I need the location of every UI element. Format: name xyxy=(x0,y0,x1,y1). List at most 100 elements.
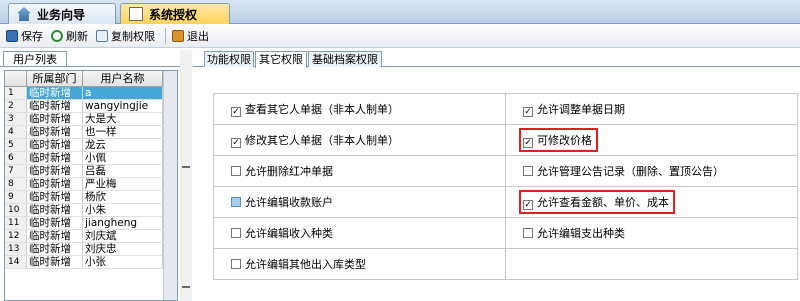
refresh-label: 刷新 xyxy=(66,29,88,43)
table-row[interactable]: 14 临时新增 小张 xyxy=(5,256,177,269)
permission-option[interactable]: 允许删除红冲单据 xyxy=(231,165,333,178)
checkbox-checked[interactable] xyxy=(523,200,533,210)
permission-option[interactable]: 允许编辑支出种类 xyxy=(523,227,625,240)
checkbox-unchecked[interactable] xyxy=(523,166,533,176)
checkbox-unchecked[interactable] xyxy=(231,228,241,238)
tab-label: 业务向导 xyxy=(37,7,86,22)
department-cell: 临时新增 xyxy=(27,256,83,268)
highlighted-permission-option[interactable]: 可修改价格 xyxy=(519,128,598,152)
column-header-username[interactable]: 用户名称 xyxy=(83,71,163,86)
table-row[interactable]: 12 临时新增 刘庆斌 xyxy=(5,230,177,243)
username-cell: 大是大 xyxy=(83,113,163,125)
exit-label: 退出 xyxy=(187,29,209,43)
column-header-department[interactable]: 所属部门 xyxy=(27,71,83,86)
checkbox-checked[interactable] xyxy=(231,107,241,117)
row-number: 10 xyxy=(5,204,27,216)
department-cell: 临时新增 xyxy=(27,165,83,177)
table-row[interactable]: 4 临时新增 也一样 xyxy=(5,126,177,139)
permission-option[interactable]: 查看其它人单据（非本人制单） xyxy=(231,103,399,117)
permission-option[interactable]: 允许编辑收款账户 xyxy=(231,196,333,209)
department-cell: 临时新增 xyxy=(27,126,83,138)
permission-option[interactable]: 修改其它人单据（非本人制单） xyxy=(231,134,399,148)
table-row[interactable]: 9 临时新增 杨欣 xyxy=(5,191,177,204)
row-number: 12 xyxy=(5,230,27,242)
top-tab-bar: 业务向导 系统授权 xyxy=(0,0,800,24)
splitter-grip xyxy=(182,286,190,288)
grid-scrollbar[interactable] xyxy=(163,71,177,300)
username-cell: 杨欣 xyxy=(83,191,163,203)
username-cell: wangyingjie xyxy=(83,100,163,112)
tab-system-authorization[interactable]: 系统授权 xyxy=(120,3,230,24)
department-cell: 临时新增 xyxy=(27,230,83,242)
table-row[interactable]: 6 临时新增 小佩 xyxy=(5,152,177,165)
username-cell: a xyxy=(83,87,163,99)
row-number: 3 xyxy=(5,113,27,125)
department-cell: 临时新增 xyxy=(27,113,83,125)
refresh-icon xyxy=(51,29,63,42)
row-number: 5 xyxy=(5,139,27,151)
copy-permissions-button[interactable]: 复制权限 xyxy=(94,26,157,46)
row-number: 7 xyxy=(5,165,27,177)
department-cell: 临时新增 xyxy=(27,217,83,229)
username-cell: 龙云 xyxy=(83,139,163,151)
row-number: 2 xyxy=(5,100,27,112)
table-row[interactable]: 1 临时新增 a xyxy=(5,87,177,100)
permission-cell: 允许调整单据日期 xyxy=(505,93,798,125)
save-label: 保存 xyxy=(21,29,43,43)
username-cell: 小佩 xyxy=(83,152,163,164)
permission-label: 允许编辑支出种类 xyxy=(537,227,625,240)
table-row[interactable]: 7 临时新增 吕磊 xyxy=(5,165,177,178)
permission-option[interactable]: 允许管理公告记录（删除、置顶公告） xyxy=(523,165,724,178)
checkbox-unchecked-focused[interactable] xyxy=(231,197,241,207)
save-button[interactable]: 保存 xyxy=(4,26,45,46)
table-row[interactable]: 8 临时新增 严业梅 xyxy=(5,178,177,191)
tab-master-data-permissions[interactable]: 基础档案权限 xyxy=(308,51,382,67)
department-cell: 临时新增 xyxy=(27,100,83,112)
department-cell: 临时新增 xyxy=(27,87,83,99)
username-cell: jiangheng xyxy=(83,217,163,229)
checkbox-checked[interactable] xyxy=(523,138,533,148)
permission-option[interactable]: 允许编辑收入种类 xyxy=(231,227,333,240)
empty-cell xyxy=(505,248,798,280)
table-row[interactable]: 5 临时新增 龙云 xyxy=(5,139,177,152)
permission-cell: 允许删除红冲单据 xyxy=(213,155,506,187)
grid-header: 所属部门 用户名称 xyxy=(5,71,177,87)
tab-function-permissions[interactable]: 功能权限 xyxy=(204,51,254,67)
table-row[interactable]: 10 临时新增 小朱 xyxy=(5,204,177,217)
permission-label: 可修改价格 xyxy=(537,134,592,147)
copy-icon xyxy=(96,29,108,42)
permission-label: 允许删除红冲单据 xyxy=(245,165,333,178)
tab-user-list[interactable]: 用户列表 xyxy=(3,51,67,67)
table-row[interactable]: 11 临时新增 jiangheng xyxy=(5,217,177,230)
table-row[interactable]: 13 临时新增 刘庆忠 xyxy=(5,243,177,256)
checkbox-unchecked[interactable] xyxy=(231,259,241,269)
table-row[interactable]: 3 临时新增 大是大 xyxy=(5,113,177,126)
highlighted-permission-option[interactable]: 允许查看金额、单价、成本 xyxy=(519,190,675,214)
permission-label: 允许管理公告记录（删除、置顶公告） xyxy=(537,165,724,178)
house-icon xyxy=(17,7,31,21)
refresh-button[interactable]: 刷新 xyxy=(49,26,90,46)
department-cell: 临时新增 xyxy=(27,152,83,164)
username-cell: 刘庆斌 xyxy=(83,230,163,242)
permission-cell: 允许编辑其他出入库类型 xyxy=(213,248,506,280)
permission-label: 允许编辑收入种类 xyxy=(245,227,333,240)
permission-tab-bar: 功能权限 其它权限 基础档案权限 xyxy=(193,50,800,68)
panel-splitter[interactable] xyxy=(180,50,192,301)
exit-button[interactable]: 退出 xyxy=(170,26,211,46)
permission-label: 允许编辑收款账户 xyxy=(245,196,333,209)
checkbox-checked[interactable] xyxy=(231,138,241,148)
tab-underline xyxy=(0,66,180,67)
permission-cell: 可修改价格 xyxy=(505,124,798,156)
tab-business-guide[interactable]: 业务向导 xyxy=(8,3,116,24)
checkbox-checked[interactable] xyxy=(523,107,533,117)
exit-icon xyxy=(172,29,184,42)
table-row[interactable]: 2 临时新增 wangyingjie xyxy=(5,100,177,113)
checkbox-unchecked[interactable] xyxy=(231,166,241,176)
tab-other-permissions[interactable]: 其它权限 xyxy=(255,51,307,68)
permission-option[interactable]: 允许调整单据日期 xyxy=(523,103,625,117)
department-cell: 临时新增 xyxy=(27,178,83,190)
checkbox-unchecked[interactable] xyxy=(523,228,533,238)
permission-option[interactable]: 允许编辑其他出入库类型 xyxy=(231,258,366,271)
permission-label: 允许调整单据日期 xyxy=(537,103,625,116)
row-number: 1 xyxy=(5,87,27,99)
